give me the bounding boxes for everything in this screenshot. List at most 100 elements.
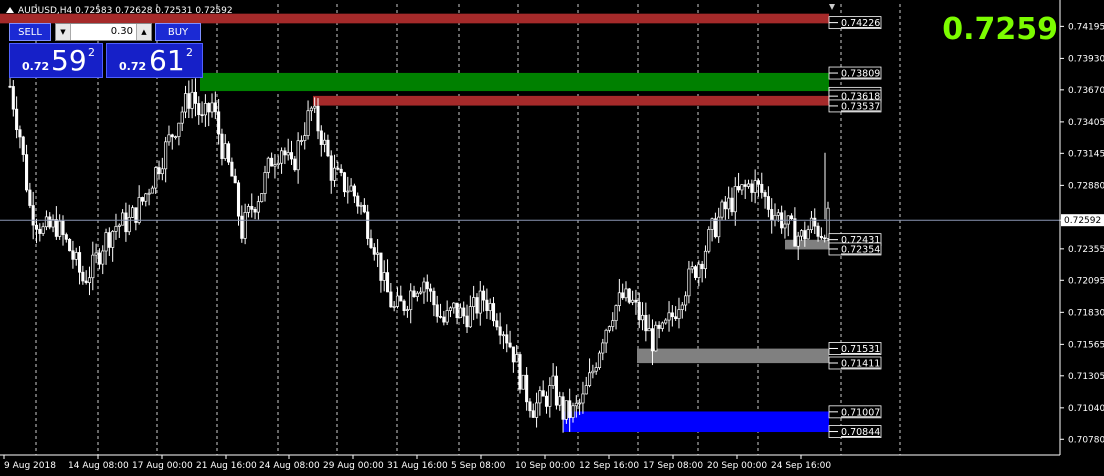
candle-body — [41, 226, 45, 234]
price-tick-label: 0.72095 — [1068, 276, 1104, 286]
candle-body — [796, 235, 800, 247]
candle-body — [693, 266, 698, 278]
candle-body — [412, 290, 416, 297]
candle-body — [236, 182, 241, 217]
time-tick-label: 31 Aug 16:00 — [387, 461, 448, 471]
candle-body — [733, 186, 737, 213]
price-tick-label: 0.73670 — [1068, 86, 1104, 96]
candle-body — [568, 400, 572, 418]
candle-body — [491, 303, 496, 322]
candle-body — [8, 85, 12, 88]
lot-increase-icon[interactable]: ▲ — [136, 24, 151, 40]
candle-body — [77, 252, 82, 273]
candle-body — [220, 133, 224, 159]
zone-price-label: 0.73537 — [841, 101, 880, 112]
price-tick-label: 0.70780 — [1068, 435, 1104, 445]
time-tick-label: 10 Sep 00:00 — [515, 461, 575, 471]
candle-body — [753, 180, 757, 193]
one-click-trading-panel: SELL ▼ 0.30 ▲ BUY 0.72 59 2 0.72 61 2 — [9, 21, 203, 78]
candle-body — [442, 316, 446, 323]
candle-body — [243, 212, 247, 239]
price-tick-label: 0.71830 — [1068, 308, 1104, 318]
buy-quote[interactable]: 0.72 61 2 — [106, 43, 203, 78]
sell-button[interactable]: SELL — [9, 23, 51, 41]
candle-body — [366, 211, 370, 239]
candle-body — [296, 140, 300, 171]
zone-green — [200, 72, 829, 92]
candle-body — [472, 297, 476, 307]
candle-body — [607, 326, 611, 331]
candle-body — [740, 184, 744, 191]
candle-body — [458, 307, 462, 319]
candle-body — [737, 186, 741, 191]
candle-body — [309, 107, 313, 112]
candle-body — [362, 204, 366, 213]
candle-body — [690, 266, 694, 270]
candle-body — [674, 316, 678, 320]
candle-body — [429, 288, 433, 292]
collapse-triangle-icon[interactable] — [6, 7, 14, 13]
candle-body — [336, 167, 340, 170]
candle-body — [399, 295, 403, 302]
candle-body — [87, 277, 92, 284]
candle-body — [621, 292, 625, 299]
candle-body — [763, 192, 767, 197]
candle-body — [548, 385, 552, 407]
lot-decrease-icon[interactable]: ▼ — [56, 24, 71, 40]
candle-body — [422, 281, 426, 293]
candle-body — [640, 314, 645, 321]
candle-body — [326, 139, 330, 157]
candle-body — [266, 157, 270, 173]
candle-body — [541, 390, 545, 397]
candle-body — [684, 295, 688, 306]
candle-body — [799, 230, 804, 237]
candle-body — [644, 314, 648, 332]
candle-body — [392, 306, 396, 308]
candle-body — [405, 309, 409, 311]
chart-shift-marker-icon[interactable] — [829, 4, 835, 10]
buy-price-fraction: 2 — [186, 46, 193, 59]
candle-body — [349, 185, 353, 192]
candle-body — [164, 141, 168, 170]
time-tick-label: 21 Aug 16:00 — [196, 461, 257, 471]
candle-body — [448, 307, 453, 311]
zone-blue — [563, 411, 829, 433]
sell-price-main: 59 — [51, 44, 87, 77]
candle-body — [760, 183, 764, 193]
candle-body — [193, 91, 198, 104]
candle-body — [313, 105, 317, 109]
candle-body — [438, 316, 443, 318]
candle-body — [203, 103, 207, 116]
candle-body — [554, 375, 558, 406]
sell-quote[interactable]: 0.72 59 2 — [9, 43, 103, 78]
candle-body — [74, 252, 78, 260]
candle-body — [323, 139, 327, 145]
candle-body — [240, 215, 244, 239]
candle-body — [111, 231, 115, 248]
current-price-axis-label: 0.72592 — [1064, 216, 1101, 226]
lot-size-field[interactable]: ▼ 0.30 ▲ — [55, 23, 152, 41]
candle-body — [91, 254, 95, 279]
time-tick-label: 29 Aug 00:00 — [323, 461, 384, 471]
candle-body — [813, 217, 817, 227]
candle-body — [289, 152, 294, 160]
time-tick-label: 24 Sep 16:00 — [771, 461, 831, 471]
candle-body — [253, 208, 257, 213]
candle-body — [306, 110, 310, 136]
candle-body — [730, 197, 734, 213]
candle-body — [44, 216, 48, 228]
candle-body — [352, 185, 356, 197]
candle-body — [25, 154, 29, 191]
candle-body — [657, 324, 661, 329]
candle-body — [101, 250, 105, 265]
candle-body — [627, 288, 631, 303]
candle-body — [190, 91, 194, 109]
candle-body — [107, 232, 111, 248]
price-tick-label: 0.73145 — [1068, 149, 1104, 159]
lot-size-value[interactable]: 0.30 — [111, 26, 133, 37]
candle-body — [462, 307, 466, 317]
candle-body — [346, 190, 350, 193]
buy-button[interactable]: BUY — [155, 23, 201, 41]
price-label-layer: 0.742260.738090.736410.736180.735370.724… — [828, 4, 882, 438]
candle-body — [700, 263, 704, 270]
